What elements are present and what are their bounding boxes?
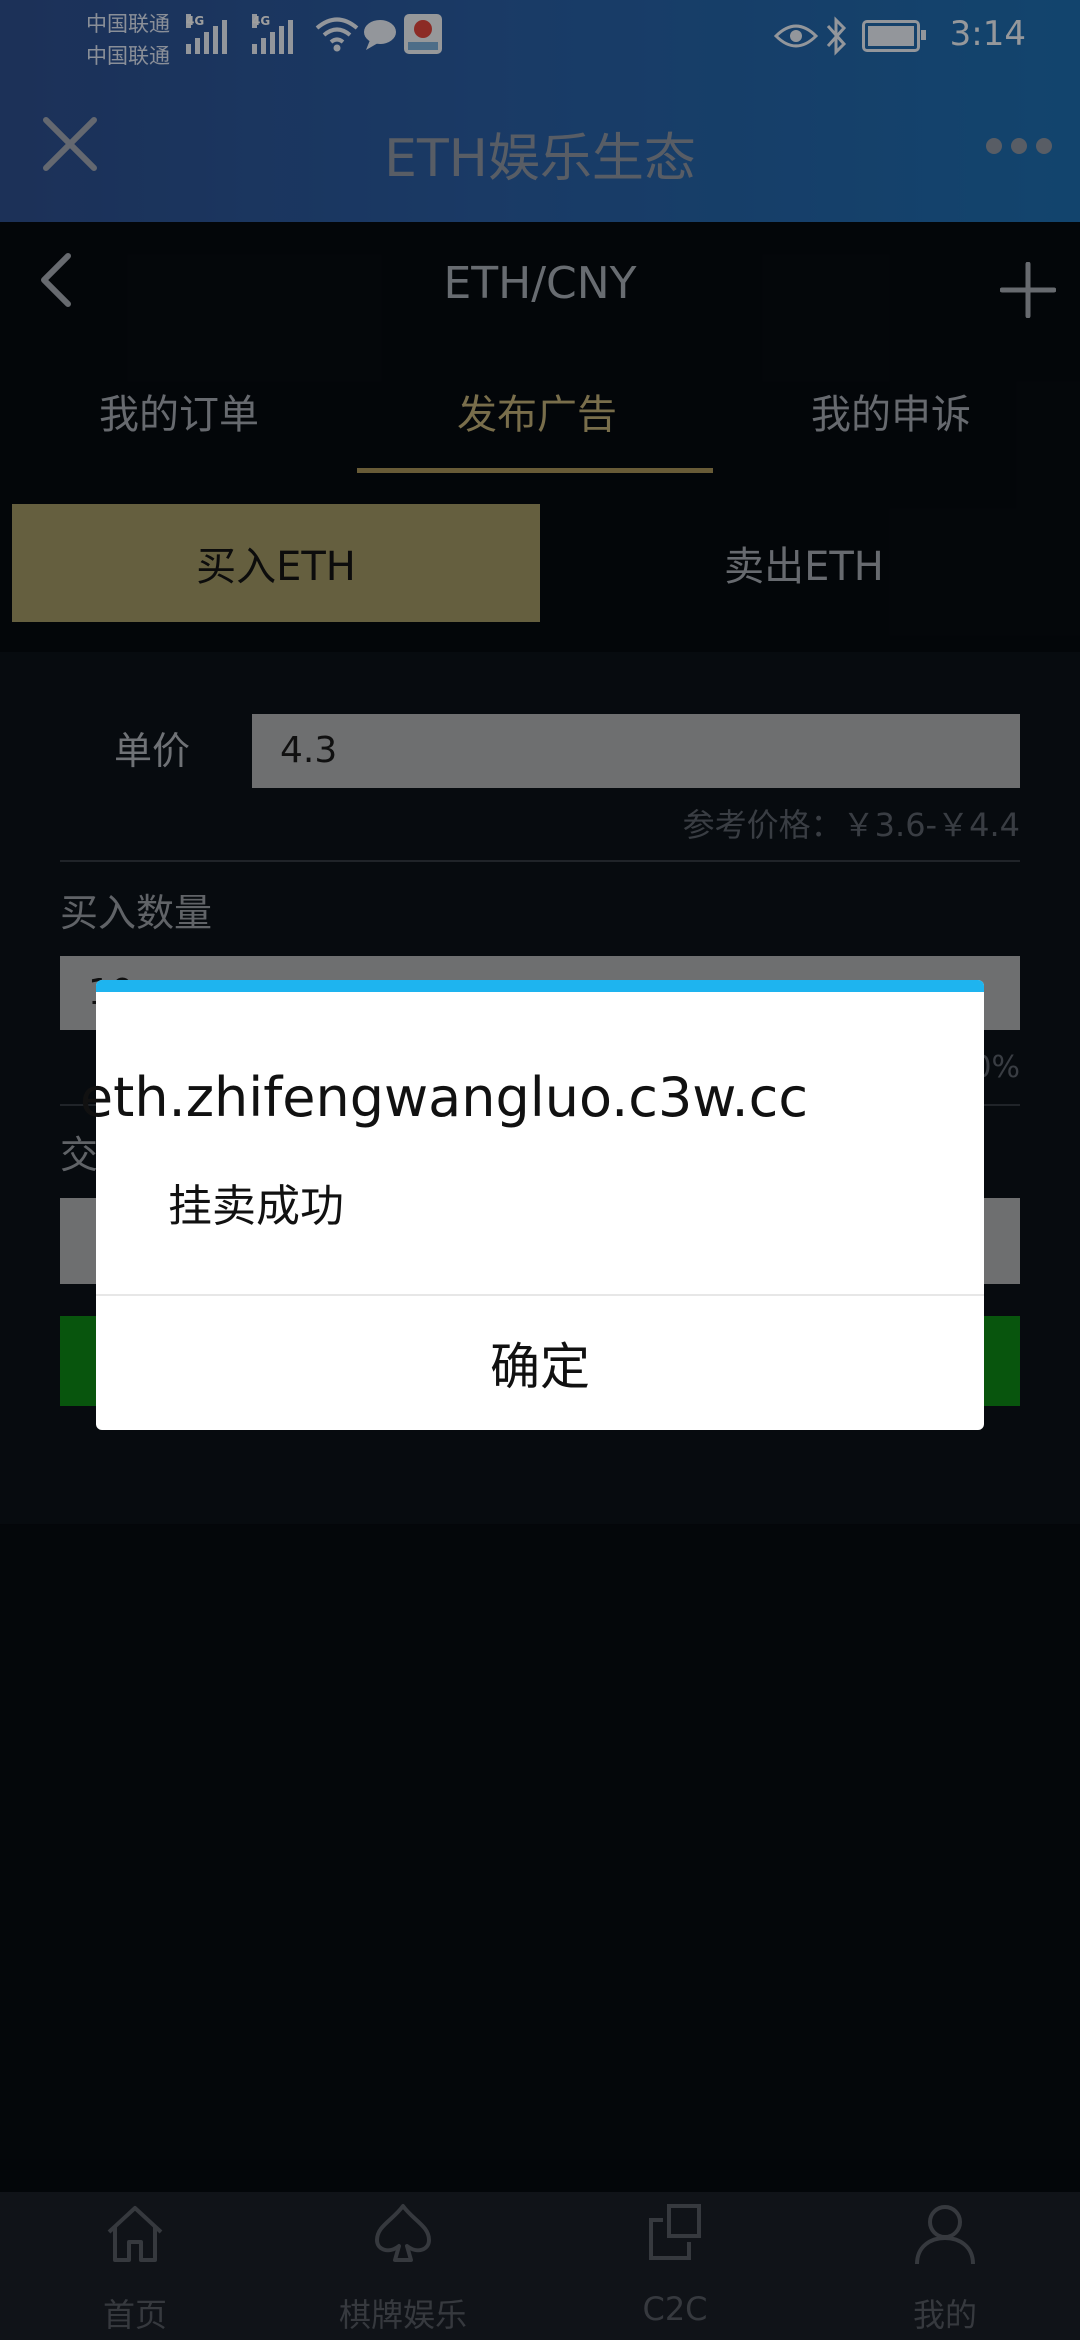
- dialog-accent-bar: [96, 980, 984, 992]
- confirm-button[interactable]: 确定: [96, 1296, 984, 1430]
- dialog-message: 挂卖成功: [168, 1181, 344, 1232]
- dialog-host: eth.zhifengwangluo.c3w.cc: [79, 1066, 809, 1129]
